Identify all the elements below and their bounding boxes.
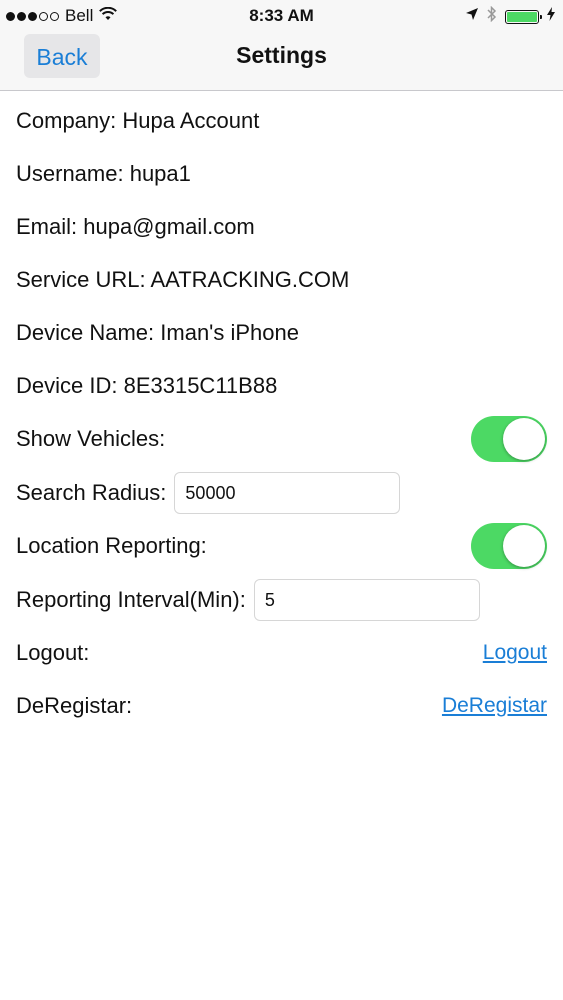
location-reporting-label: Location Reporting: (16, 533, 207, 558)
charging-bolt-icon (547, 7, 555, 26)
deregister-row: DeRegistar: DeRegistar (16, 684, 547, 728)
reporting-interval-label: Reporting Interval(Min): (16, 587, 246, 612)
logout-link[interactable]: Logout (483, 641, 547, 665)
location-reporting-toggle[interactable] (471, 523, 547, 569)
search-radius-row: Search Radius: 50000 (16, 471, 547, 515)
bluetooth-icon (487, 5, 497, 27)
reporting-interval-input[interactable]: 5 (253, 579, 480, 621)
toggle-knob (503, 525, 545, 567)
device-name-text: Device Name: Iman's iPhone (16, 320, 299, 345)
device-id-row: Device ID: 8E3315C11B88 (16, 364, 547, 408)
service-url-text: Service URL: AATRACKING.COM (16, 267, 350, 292)
email-row: Email: hupa@gmail.com (16, 205, 547, 249)
service-url-row: Service URL: AATRACKING.COM (16, 258, 547, 302)
search-radius-input[interactable]: 50000 (174, 472, 401, 514)
email-text: Email: hupa@gmail.com (16, 214, 255, 239)
navigation-bar: Back Settings (0, 32, 563, 91)
search-radius-label: Search Radius: (16, 480, 167, 505)
company-text: Company: Hupa Account (16, 108, 260, 133)
show-vehicles-label: Show Vehicles: (16, 426, 166, 451)
device-id-text: Device ID: 8E3315C11B88 (16, 373, 278, 398)
company-row: Company: Hupa Account (16, 99, 547, 143)
deregister-label: DeRegistar: (16, 693, 133, 718)
show-vehicles-row: Show Vehicles: (16, 416, 547, 462)
toggle-knob (503, 418, 545, 460)
username-text: Username: hupa1 (16, 161, 191, 186)
page-title: Settings (236, 42, 327, 68)
location-arrow-icon (465, 7, 479, 26)
location-reporting-row: Location Reporting: (16, 523, 547, 569)
reporting-interval-row: Reporting Interval(Min): 5 (16, 578, 547, 622)
status-bar: Bell 8:33 AM (0, 0, 563, 32)
logout-row: Logout: Logout (16, 631, 547, 675)
deregister-link[interactable]: DeRegistar (442, 694, 547, 718)
battery-icon (505, 9, 542, 24)
device-name-row: Device Name: Iman's iPhone (16, 311, 547, 355)
username-row: Username: hupa1 (16, 152, 547, 196)
logout-label: Logout: (16, 640, 90, 665)
show-vehicles-toggle[interactable] (471, 416, 547, 462)
status-icons (465, 5, 555, 27)
